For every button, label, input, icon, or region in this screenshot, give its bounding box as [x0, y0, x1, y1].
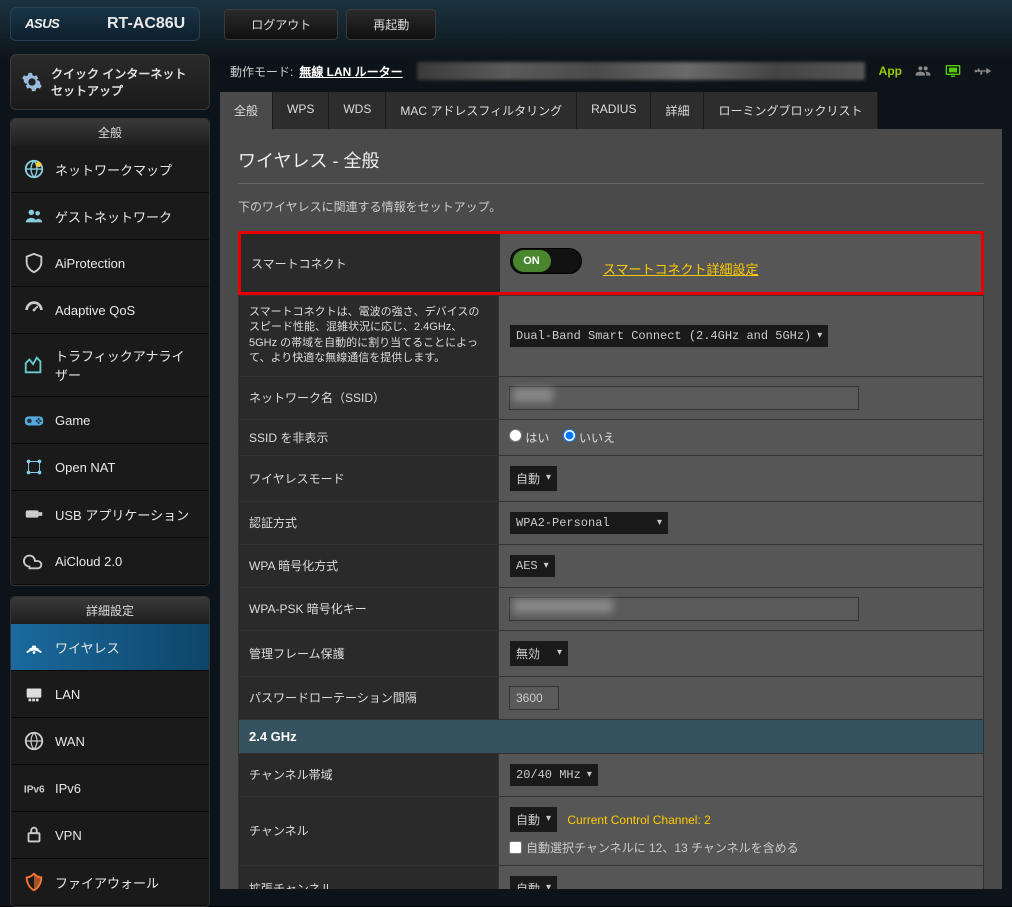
sidebar-item-ファイアウォール[interactable]: ファイアウォール [11, 859, 209, 906]
extchan-label: 拡張チャンネル [239, 865, 499, 889]
quick-setup-label: クイック インターネット セットアップ [51, 65, 199, 99]
nav-icon [23, 683, 45, 705]
asus-logo: ASUS [25, 15, 97, 33]
panel-desc: 下のワイヤレスに関連する情報をセットアップ。 [238, 198, 984, 215]
usb-icon[interactable] [974, 63, 992, 79]
wmode-label: ワイヤレスモード [239, 455, 499, 501]
sidebar-item-AiProtection[interactable]: AiProtection [11, 240, 209, 287]
svg-text:ASUS: ASUS [25, 16, 60, 31]
reboot-button[interactable]: 再起動 [346, 9, 436, 40]
logo-area: ASUS RT-AC86U [10, 7, 200, 41]
pwd-rot-input[interactable] [509, 686, 559, 710]
sidebar-item-Game[interactable]: Game [11, 397, 209, 444]
band24-header: 2.4 GHz [239, 719, 984, 753]
nav-icon [23, 636, 45, 658]
nav-icon [23, 730, 45, 752]
model-text: RT-AC86U [107, 15, 185, 33]
settings-panel: ワイヤレス - 全般 下のワイヤレスに関連する情報をセットアップ。 スマートコネ… [220, 129, 1002, 889]
auth-select[interactable]: WPA2-Personal [509, 511, 669, 535]
sidebar-advanced-header: 詳細設定 [11, 597, 209, 624]
screen-icon[interactable] [944, 63, 962, 79]
sidebar-item-LAN[interactable]: LAN [11, 671, 209, 718]
pwd-rot-label: パスワードローテーション間隔 [239, 676, 499, 719]
sidebar-item-トラフィックアナライザー[interactable]: トラフィックアナライザー [11, 334, 209, 397]
extchan-select[interactable]: 自動 [509, 875, 558, 889]
tab-RADIUS[interactable]: RADIUS [577, 92, 651, 129]
sidebar-item-VPN[interactable]: VPN [11, 812, 209, 859]
chanbw24-select[interactable]: 20/40 MHz [509, 763, 599, 787]
nav-icon [23, 456, 45, 478]
sidebar-item-ワイヤレス[interactable]: ワイヤレス [11, 624, 209, 671]
wpa-key-label: WPA-PSK 暗号化キー [239, 587, 499, 630]
sidebar-general-header: 全般 [11, 119, 209, 146]
main-content: 動作モード: 無線 LAN ルーター App 全般WPSWDSMAC アドレスフ… [220, 54, 1002, 900]
wmode-select[interactable]: 自動 [509, 465, 558, 492]
sidebar-item-AiCloud 2.0[interactable]: AiCloud 2.0 [11, 538, 209, 585]
chan24-label: チャンネル [239, 796, 499, 865]
band-select[interactable]: Dual-Band Smart Connect (2.4GHz and 5GHz… [509, 324, 829, 348]
tab-ローミングブロックリスト[interactable]: ローミングブロックリスト [704, 92, 877, 129]
gear-icon [21, 71, 43, 93]
nav-icon [23, 252, 45, 274]
hide-ssid-label: SSID を非表示 [239, 419, 499, 455]
tab-WDS[interactable]: WDS [329, 92, 386, 129]
hide-ssid-yes[interactable]: はい [509, 431, 549, 445]
smart-connect-link[interactable]: スマートコネクト詳細設定 [603, 262, 759, 277]
chan-note: Current Control Channel: 2 [567, 813, 710, 827]
ssid-input[interactable] [509, 386, 859, 410]
sidebar-item-Open NAT[interactable]: Open NAT [11, 444, 209, 491]
top-bar: ASUS RT-AC86U ログアウト 再起動 [0, 0, 1012, 48]
sidebar-item-IPv6[interactable]: IPv6IPv6 [11, 765, 209, 812]
sidebar: クイック インターネット セットアップ 全般 ネットワークマップゲストネットワー… [10, 54, 210, 900]
sidebar-item-ネットワークマップ[interactable]: ネットワークマップ [11, 146, 209, 193]
tab-詳細[interactable]: 詳細 [651, 92, 704, 129]
nav-icon [23, 158, 45, 180]
quick-setup-button[interactable]: クイック インターネット セットアップ [10, 54, 210, 110]
ssid-label: ネットワーク名（SSID） [239, 376, 499, 419]
hide-ssid-no[interactable]: いいえ [563, 431, 615, 445]
nav-icon [23, 550, 45, 572]
mode-label: 動作モード: [230, 63, 293, 80]
tabs: 全般WPSWDSMAC アドレスフィルタリングRADIUS詳細ローミングブロック… [220, 92, 1002, 129]
sidebar-item-USB アプリケーション[interactable]: USB アプリケーション [11, 491, 209, 538]
pmf-select[interactable]: 無効 [509, 640, 569, 667]
smart-connect-desc: スマートコネクトは、電波の強さ、デバイスのスピード性能、混雑状況に応じ、2.4G… [239, 296, 499, 377]
users-icon[interactable] [914, 63, 932, 79]
tab-全般[interactable]: 全般 [220, 92, 273, 129]
chanbw24-label: チャンネル帯域 [239, 753, 499, 796]
chan-include-checkbox[interactable] [509, 841, 522, 854]
nav-icon [23, 824, 45, 846]
pmf-label: 管理フレーム保護 [239, 630, 499, 676]
nav-icon [23, 871, 45, 893]
smart-connect-toggle[interactable]: ON [510, 248, 582, 274]
sidebar-item-ゲストネットワーク[interactable]: ゲストネットワーク [11, 193, 209, 240]
nav-icon [23, 299, 45, 321]
app-link[interactable]: App [879, 64, 902, 78]
auth-label: 認証方式 [239, 501, 499, 544]
svg-text:IPv6: IPv6 [24, 785, 45, 796]
wpa-enc-label: WPA 暗号化方式 [239, 544, 499, 587]
status-bar: 動作モード: 無線 LAN ルーター App [220, 54, 1002, 88]
firmware-blur [417, 62, 865, 80]
panel-title: ワイヤレス - 全般 [238, 147, 984, 184]
chan-include-label: 自動選択チャンネルに 12、13 チャンネルを含める [526, 839, 799, 856]
tab-WPS[interactable]: WPS [273, 92, 329, 129]
tab-MAC アドレスフィルタリング[interactable]: MAC アドレスフィルタリング [386, 92, 577, 129]
nav-icon: IPv6 [23, 777, 45, 799]
nav-icon [23, 503, 45, 525]
wpa-enc-select[interactable]: AES [509, 554, 556, 578]
nav-icon [23, 354, 45, 376]
sidebar-item-WAN[interactable]: WAN [11, 718, 209, 765]
nav-icon [23, 205, 45, 227]
logout-button[interactable]: ログアウト [224, 9, 338, 40]
smart-connect-label: スマートコネクト [240, 233, 500, 294]
sidebar-item-Adaptive QoS[interactable]: Adaptive QoS [11, 287, 209, 334]
chan24-select[interactable]: 自動 [509, 806, 558, 833]
nav-icon [23, 409, 45, 431]
mode-value[interactable]: 無線 LAN ルーター [299, 63, 402, 80]
